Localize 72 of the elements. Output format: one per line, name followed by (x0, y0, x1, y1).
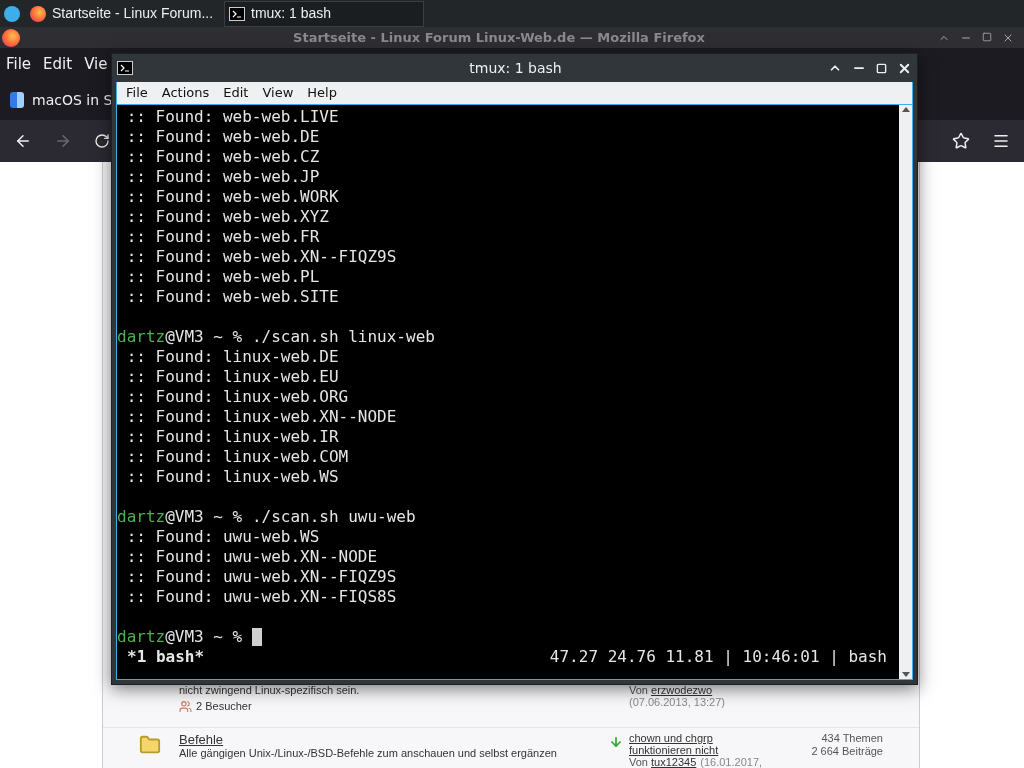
terminal-line: :: Found: linux-web.ORG (125, 387, 350, 407)
prompt-host: @VM3 ~ % (165, 627, 244, 647)
arrow-down-icon (609, 735, 623, 749)
menu-item[interactable]: File (6, 52, 32, 76)
prompt-user: dartz (117, 627, 166, 647)
terminal-line: :: Found: web-web.PL (125, 267, 321, 287)
last-post-link[interactable]: funktionieren nicht (629, 744, 809, 756)
menu-icon[interactable] (992, 132, 1010, 150)
post-author: Von tux12345 (629, 756, 697, 768)
firefox-icon (30, 5, 46, 22)
prompt-user: dartz (117, 327, 166, 347)
terminal-line: :: Found: web-web.SITE (125, 287, 340, 307)
command-text: ./scan.sh uwu-web (251, 507, 416, 527)
reload-icon[interactable] (94, 133, 110, 149)
terminal-line: :: Found: uwu-web.XN--FIQZ9S (125, 567, 398, 587)
visitor-count: 2 Besucher (196, 700, 252, 713)
back-icon[interactable] (14, 132, 32, 150)
taskbar-task[interactable]: tmux: 1 bash (224, 0, 424, 27)
menu-item[interactable]: Edit (223, 83, 249, 103)
menu-item[interactable]: Help (307, 83, 337, 103)
folder-icon (139, 734, 161, 756)
forum-stat: 2 664 Beiträge (811, 745, 883, 758)
forum-stat: 434 Themen (821, 732, 883, 745)
finder-icon (10, 92, 24, 108)
terminal-line: :: Found: linux-web.XN--NODE (125, 407, 398, 427)
tmux-status-info: 47.27 24.76 11.81 | 10:46:01 | bash (549, 647, 887, 667)
post-author: Von erzwodezwo (629, 684, 714, 696)
post-date: (07.06.2013, 13:27) (629, 696, 727, 708)
prompt-user: dartz (117, 507, 166, 527)
terminal-line: :: Found: linux-web.COM (125, 447, 350, 467)
terminal-line: :: Found: web-web.JP (125, 167, 321, 187)
tmux-window-label: *1 bash* (127, 647, 205, 667)
browser-tab[interactable]: macOS in S (10, 89, 113, 111)
terminal-line: :: Found: web-web.XYZ (125, 207, 330, 227)
post-date: (16.01.2017, (700, 756, 763, 768)
terminal-line: :: Found: linux-web.EU (125, 367, 340, 387)
terminal-line: :: Found: web-web.XN--FIQZ9S (125, 247, 398, 267)
terminal-line: :: Found: linux-web.IR (125, 427, 340, 447)
terminal-line: :: Found: linux-web.WS (125, 467, 340, 487)
taskbar-task[interactable]: Startseite - Linux Forum... (26, 0, 224, 27)
forum-title-link[interactable]: Befehle (179, 732, 609, 747)
window-title: Startseite - Linux Forum Linux-Web.de — Mozilla Firefox (292, 28, 706, 47)
terminal-line: :: Found: web-web.FR (125, 227, 321, 247)
last-post-link[interactable]: chown und chgrp (629, 732, 809, 744)
prompt-host: @VM3 ~ % (165, 507, 244, 527)
scroll-down-icon[interactable] (901, 672, 910, 677)
window-title: tmux: 1 bash (468, 58, 563, 78)
forum-description: nicht zwingend Linux-spezifisch sein. (179, 684, 361, 697)
menu-item[interactable]: Edit (43, 52, 73, 76)
terminal-line: :: Found: web-web.WORK (125, 187, 340, 207)
prompt-host: @VM3 ~ % (165, 327, 244, 347)
bookmark-star-icon[interactable] (952, 132, 970, 150)
terminal-line: :: Found: uwu-web.XN--NODE (125, 547, 379, 567)
forum-description: Alle gängigen Unix-/Linux-/BSD-Befehle zum anschauen und selbst ergänzen (179, 747, 558, 760)
scroll-up-icon[interactable] (901, 107, 910, 112)
firefox-icon (2, 28, 20, 47)
terminal-line: :: Found: web-web.LIVE (125, 107, 340, 127)
terminal-icon (117, 61, 133, 75)
menu-item[interactable]: View (262, 83, 294, 103)
scrollbar[interactable] (899, 105, 912, 679)
app-launcher-icon[interactable] (4, 5, 20, 22)
terminal-line: :: Found: web-web.DE (125, 127, 321, 147)
users-icon (179, 700, 192, 713)
terminal-icon (229, 6, 245, 21)
terminal-line: :: Found: web-web.CZ (125, 147, 321, 167)
terminal-line: :: Found: uwu-web.WS (125, 527, 321, 547)
menu-item[interactable]: Vie (84, 52, 108, 76)
menu-item[interactable]: File (126, 83, 148, 103)
terminal-line: :: Found: uwu-web.XN--FIQS8S (125, 587, 398, 607)
command-text: ./scan.sh linux-web (251, 327, 435, 347)
terminal-line: :: Found: linux-web.DE (125, 347, 340, 367)
menu-item[interactable]: Actions (161, 83, 210, 103)
